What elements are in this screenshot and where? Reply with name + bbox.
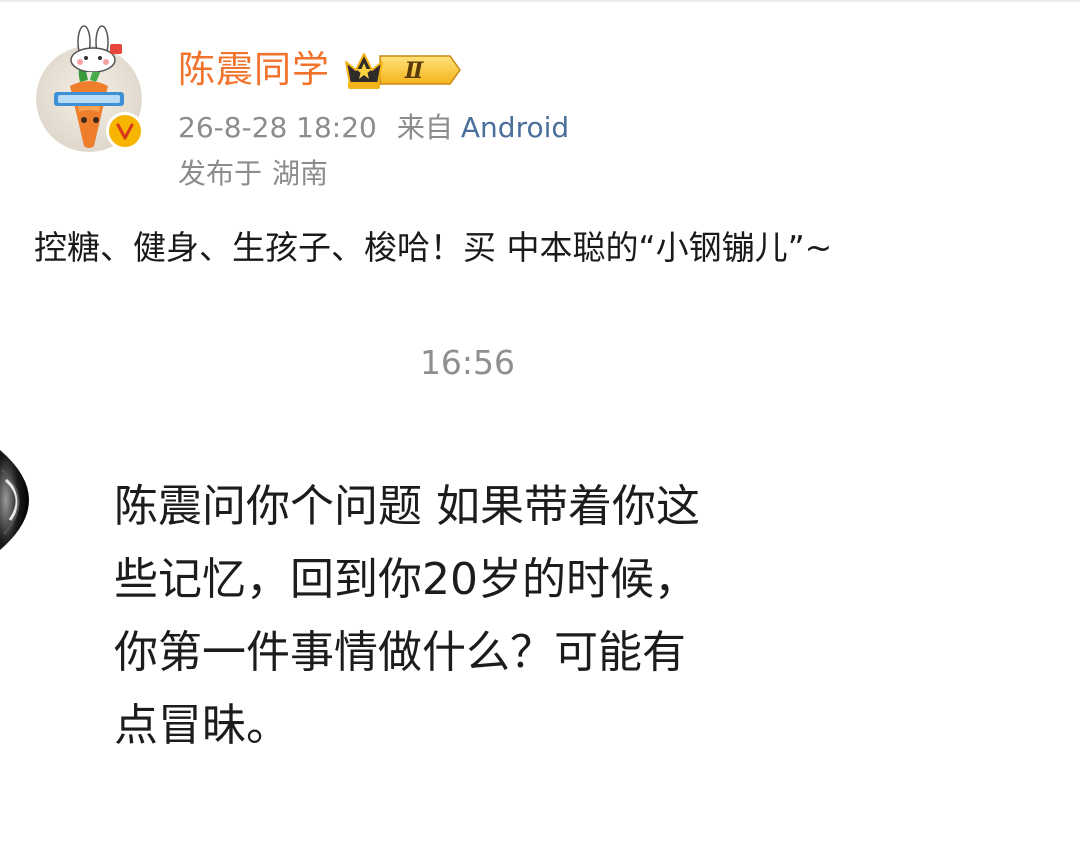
source-prefix: 来自 (396, 111, 453, 144)
partial-avatar-icon (0, 450, 29, 550)
caption-line: 些记忆，回到你20岁的时候， (114, 554, 698, 605)
video-caption: 陈震问你个问题 如果带着你这 些记忆，回到你20岁的时候， 你第一件事情做什么？… (114, 470, 794, 762)
top-divider (0, 0, 1080, 2)
post-location: 发布于 湖南 (178, 154, 328, 194)
post-text: 控糖、健身、生孩子、梭哈！买 中本聪的“小钢镚儿”~ (34, 228, 833, 267)
caption-line: 陈震问你个问题 如果带着你这 (114, 481, 700, 532)
source-link[interactable]: Android (461, 111, 569, 144)
rank-badge-label: Ⅱ (404, 58, 425, 84)
username-row: 陈震同学 Ⅱ (178, 44, 464, 96)
bunny-ears-icon (70, 25, 122, 72)
video-timestamp: 16:56 (419, 343, 516, 382)
caption-line: 你第一件事情做什么？可能有 (114, 627, 686, 678)
username[interactable]: 陈震同学 (178, 44, 330, 96)
location-prefix: 发布于 (178, 157, 263, 190)
post-timestamp: 26-8-28 18:20 (178, 111, 377, 144)
caption-line: 点冒昧。 (114, 700, 290, 751)
post-meta: 26-8-28 18:20 来自 Android (178, 108, 569, 148)
location-name: 湖南 (272, 157, 329, 190)
verified-v-icon (106, 112, 144, 150)
crown-icon[interactable]: Ⅱ (342, 46, 464, 94)
user-avatar[interactable] (36, 24, 156, 154)
